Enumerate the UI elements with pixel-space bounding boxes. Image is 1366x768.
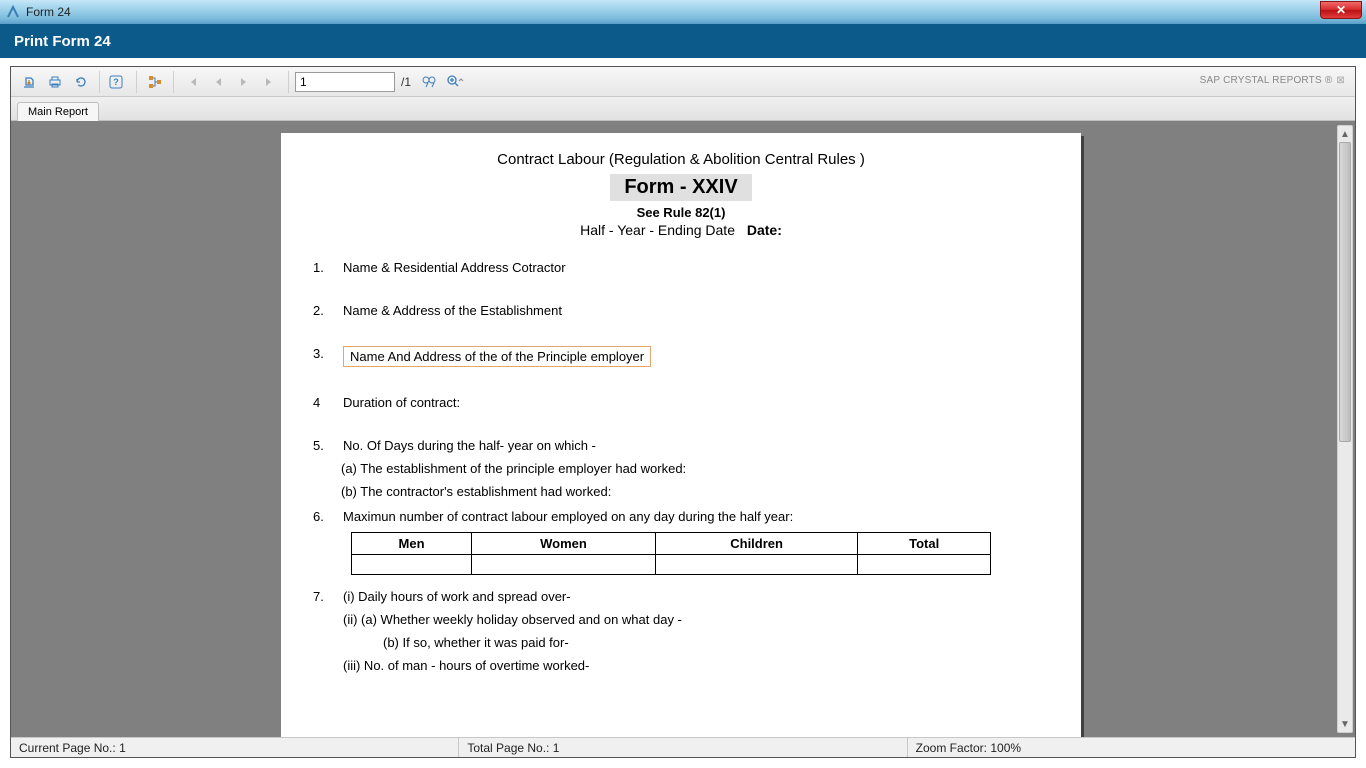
window-title: Form 24 <box>26 5 71 19</box>
item-text: (i) Daily hours of work and spread over- <box>343 589 1051 604</box>
brand-label: SAP CRYSTAL REPORTS ® ⊠ <box>1200 75 1345 86</box>
item-subline: (iii) No. of man - hours of overtime wor… <box>343 658 1051 673</box>
status-value: 1 <box>553 741 560 755</box>
next-page-button[interactable] <box>232 70 256 94</box>
brand-close-icon[interactable]: ⊠ <box>1336 75 1345 86</box>
item-text: Name & Residential Address Cotractor <box>343 260 1051 275</box>
tab-bar: Main Report <box>11 97 1355 121</box>
table-cell <box>352 555 472 575</box>
item-subline: (b) If so, whether it was paid for- <box>383 635 1051 650</box>
date-label: Date: <box>747 222 782 238</box>
first-page-button[interactable] <box>180 70 204 94</box>
doc-form-title: Form - XXIV <box>610 174 751 201</box>
scroll-track[interactable] <box>1338 142 1352 716</box>
item-text: Duration of contract: <box>343 395 1051 410</box>
item-row: 1. Name & Residential Address Cotractor <box>311 260 1051 275</box>
page-total-label: /1 <box>401 75 411 89</box>
item-text: Name & Address of the Establishment <box>343 303 1051 318</box>
close-icon: ✕ <box>1336 3 1346 17</box>
item-number: 1. <box>311 260 343 275</box>
toolbar-separator <box>136 71 137 93</box>
table-row <box>352 555 991 575</box>
toolbar-separator <box>99 71 100 93</box>
window-close-button[interactable]: ✕ <box>1320 1 1362 19</box>
doc-header-line: Contract Labour (Regulation & Abolition … <box>311 151 1051 168</box>
status-label: Current Page No.: <box>19 741 116 755</box>
report-canvas: Contract Labour (Regulation & Abolition … <box>11 121 1355 737</box>
last-page-button[interactable] <box>258 70 282 94</box>
table-header: Children <box>655 533 857 555</box>
window-titlebar: Form 24 ✕ <box>0 0 1366 24</box>
table-header: Men <box>352 533 472 555</box>
doc-rule-ref: See Rule 82(1) <box>311 205 1051 220</box>
report-content: Contract Labour (Regulation & Abolition … <box>281 133 1081 699</box>
report-viewer: ? /1 SAP CRYSTAL REPORTS ® ⊠ <box>10 66 1356 758</box>
item-row: 3. Name And Address of the of the Princi… <box>311 346 1051 367</box>
item-row: 6. Maximun number of contract labour emp… <box>311 509 1051 524</box>
toolbar-separator <box>173 71 174 93</box>
tab-main-report[interactable]: Main Report <box>17 102 99 121</box>
table-cell <box>655 555 857 575</box>
report-page: Contract Labour (Regulation & Abolition … <box>281 133 1081 737</box>
scroll-up-icon[interactable]: ▲ <box>1338 126 1352 142</box>
zoom-button[interactable] <box>443 70 467 94</box>
refresh-button[interactable] <box>69 70 93 94</box>
item-subline: (ii) (a) Whether weekly holiday observed… <box>343 612 1051 627</box>
item-number: 3. <box>311 346 343 361</box>
item-row: 7. (i) Daily hours of work and spread ov… <box>311 589 1051 604</box>
item-number: 4 <box>311 395 343 410</box>
prev-page-button[interactable] <box>206 70 230 94</box>
table-cell <box>472 555 656 575</box>
status-label: Zoom Factor: <box>916 741 987 755</box>
group-tree-button[interactable] <box>143 70 167 94</box>
item-text: No. Of Days during the half- year on whi… <box>343 438 1051 453</box>
status-value: 100% <box>990 741 1021 755</box>
item-subline: (a) The establishment of the principle e… <box>341 461 1051 476</box>
export-button[interactable] <box>17 70 41 94</box>
items-list: 1. Name & Residential Address Cotractor … <box>311 260 1051 673</box>
item-subline: (b) The contractor's establishment had w… <box>341 484 1051 499</box>
item-row: 4 Duration of contract: <box>311 395 1051 410</box>
doc-halfyear-row: Half - Year - Ending Date Date: <box>311 222 1051 238</box>
halfyear-label: Half - Year - Ending Date <box>580 222 735 238</box>
labour-table: Men Women Children Total <box>351 532 991 575</box>
subheader-title: Print Form 24 <box>14 33 111 50</box>
vertical-scrollbar[interactable]: ▲ ▼ <box>1337 125 1353 733</box>
svg-text:?: ? <box>113 77 119 87</box>
item-number: 5. <box>311 438 343 453</box>
find-button[interactable] <box>417 70 441 94</box>
table-cell <box>858 555 991 575</box>
status-zoom: Zoom Factor: 100% <box>908 738 1355 757</box>
parameters-button[interactable]: ? <box>106 70 130 94</box>
page-subheader: Print Form 24 <box>0 24 1366 58</box>
status-bar: Current Page No.: 1 Total Page No.: 1 Zo… <box>11 737 1355 757</box>
item-number: 2. <box>311 303 343 318</box>
item-boxed-text: Name And Address of the of the Principle… <box>343 346 651 367</box>
page-number-input[interactable] <box>295 72 395 92</box>
toolbar-separator <box>288 71 289 93</box>
table-header: Women <box>472 533 656 555</box>
item-number: 6. <box>311 509 343 524</box>
print-button[interactable] <box>43 70 67 94</box>
item-row: 2. Name & Address of the Establishment <box>311 303 1051 318</box>
scroll-thumb[interactable] <box>1339 142 1351 442</box>
item-text: Name And Address of the of the Principle… <box>343 346 1051 367</box>
item-text: Maximun number of contract labour employ… <box>343 509 1051 524</box>
brand-text: SAP CRYSTAL REPORTS ® <box>1200 75 1333 86</box>
table-header-row: Men Women Children Total <box>352 533 991 555</box>
item-number: 7. <box>311 589 343 604</box>
status-current-page: Current Page No.: 1 <box>11 738 459 757</box>
app-icon <box>6 5 20 19</box>
status-label: Total Page No.: <box>467 741 549 755</box>
table-header: Total <box>858 533 991 555</box>
scroll-down-icon[interactable]: ▼ <box>1338 716 1352 732</box>
viewer-toolbar: ? /1 SAP CRYSTAL REPORTS ® ⊠ <box>11 67 1355 97</box>
item-row: 5. No. Of Days during the half- year on … <box>311 438 1051 453</box>
status-value: 1 <box>119 741 126 755</box>
status-total-page: Total Page No.: 1 <box>459 738 907 757</box>
